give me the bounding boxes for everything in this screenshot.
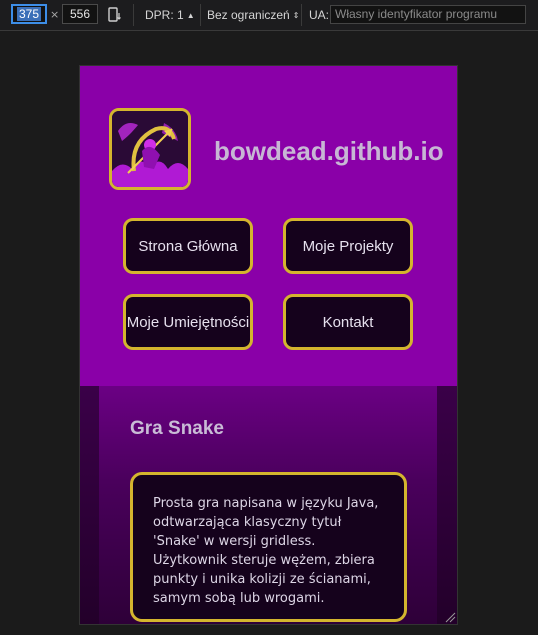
select-arrows-icon: ▲ — [186, 11, 195, 21]
user-agent-input[interactable]: Własny identyfikator programu — [330, 5, 526, 24]
viewport-height-input[interactable]: 556 — [62, 4, 98, 24]
toolbar-divider — [200, 4, 201, 26]
site-title[interactable]: bowdead.github.io — [214, 136, 444, 167]
responsive-toolbar: 375 × 556 DPR: 1 ▲ Bez ograniczeń ⇕ UA: Wł… — [0, 0, 538, 31]
toolbar-divider — [133, 4, 134, 26]
ua-label: UA: — [309, 8, 330, 22]
viewport-width-input[interactable]: 375 — [11, 4, 47, 24]
toolbar-divider — [301, 4, 302, 26]
responsive-viewport: bowdead.github.io Strona Główna Moje Pro… — [79, 65, 458, 625]
dimension-separator: × — [50, 8, 60, 21]
select-arrows-icon: ⇕ — [292, 11, 300, 21]
nav-button-home[interactable]: Strona Główna — [123, 218, 253, 274]
viewport-width-value: 375 — [16, 7, 42, 21]
nav-button-projects[interactable]: Moje Projekty — [283, 218, 413, 274]
dpr-label: DPR: 1 — [145, 8, 184, 22]
resize-handle-icon[interactable] — [444, 611, 456, 623]
throttling-select[interactable]: Bez ograniczeń ⇕ — [207, 8, 299, 22]
project-description: Prosta gra napisana w języku Java, odtwa… — [153, 496, 379, 606]
project-description-card: Prosta gra napisana w języku Java, odtwa… — [130, 472, 407, 622]
site-logo[interactable] — [109, 108, 191, 190]
archer-logo-icon — [112, 111, 188, 187]
dpr-select[interactable]: DPR: 1 ▲ — [145, 8, 195, 22]
nav-button-contact[interactable]: Kontakt — [283, 294, 413, 350]
throttling-label: Bez ograniczeń — [207, 8, 290, 22]
nav-button-skills[interactable]: Moje Umiejętności — [123, 294, 253, 350]
rotate-viewport-icon[interactable] — [108, 7, 122, 23]
project-title: Gra Snake — [130, 418, 224, 439]
